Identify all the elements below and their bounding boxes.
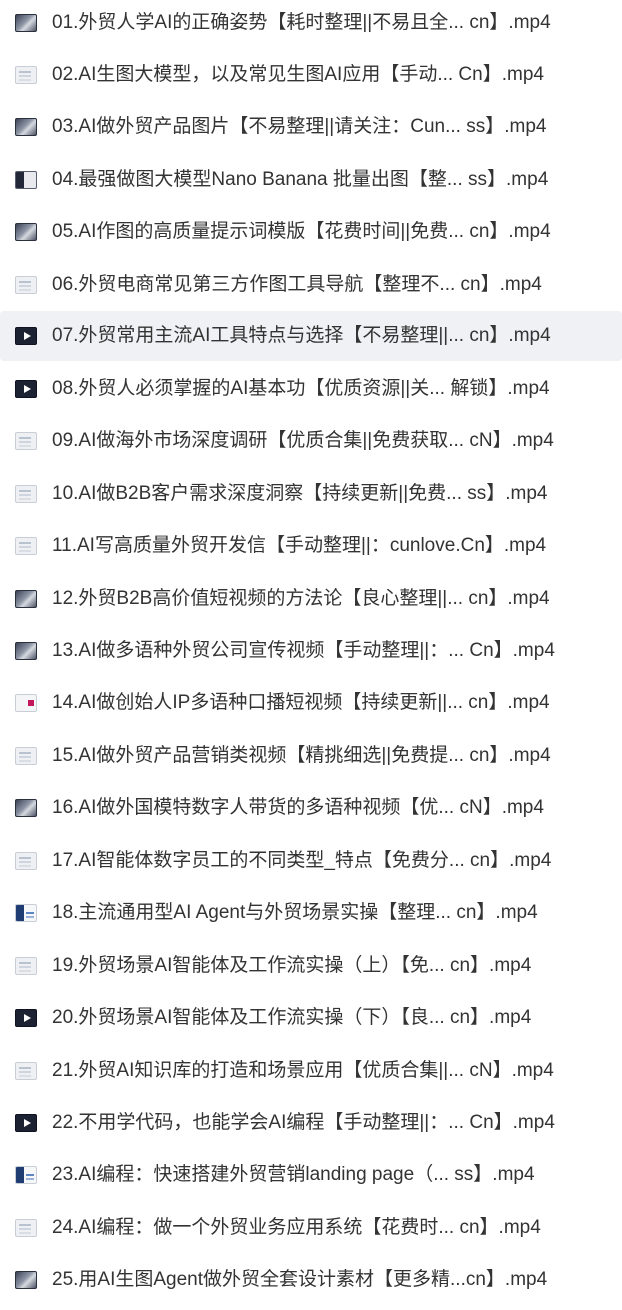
file-name: 20.外贸场景AI智能体及工作流实操（下）【良... cn】.mp4: [52, 1007, 532, 1028]
file-name: 25.用AI生图Agent做外贸全套设计素材【更多精...cn】.mp4: [52, 1269, 548, 1290]
file-name: 18.主流通用型AI Agent与外贸场景实操【整理... cn】.mp4: [52, 902, 538, 923]
video-thumbnail-icon: [15, 694, 37, 712]
video-thumbnail-icon: [15, 1114, 37, 1132]
list-item[interactable]: 13.AI做多语种外贸公司宣传视频【手动整理||：... Cn】.mp4: [0, 626, 622, 676]
video-thumbnail-icon: [15, 118, 37, 136]
list-item[interactable]: 06.外贸电商常见第三方作图工具导航【整理不... cn】.mp4: [0, 260, 622, 310]
list-item[interactable]: 10.AI做B2B客户需求深度洞察【持续更新||免费... ss】.mp4: [0, 469, 622, 519]
list-item[interactable]: 24.AI编程：做一个外贸业务应用系统【花费时... cn】.mp4: [0, 1203, 622, 1253]
list-item[interactable]: 23.AI编程：快速搭建外贸营销landing page（... ss】.mp4: [0, 1150, 622, 1200]
video-thumbnail-icon: [15, 590, 37, 608]
list-item[interactable]: 09.AI做海外市场深度调研【优质合集||免费获取... cN】.mp4: [0, 416, 622, 466]
file-name: 01.外贸人学AI的正确姿势【耗时整理||不易且全... cn】.mp4: [52, 12, 551, 33]
list-item[interactable]: 04.最强做图大模型Nano Banana 批量出图【整... ss】.mp4: [0, 155, 622, 205]
file-name: 17.AI智能体数字员工的不同类型_特点【免费分... cn】.mp4: [52, 850, 552, 871]
video-thumbnail-icon: [15, 852, 37, 870]
file-name: 15.AI做外贸产品营销类视频【精挑细选||免费提... cn】.mp4: [52, 745, 551, 766]
file-name: 08.外贸人必须掌握的AI基本功【优质资源||关... 解锁】.mp4: [52, 378, 550, 399]
list-item[interactable]: 07.外贸常用主流AI工具特点与选择【不易整理||... cn】.mp4: [0, 311, 622, 361]
list-item[interactable]: 22.不用学代码，也能学会AI编程【手动整理||：... Cn】.mp4: [0, 1098, 622, 1148]
file-name: 03.AI做外贸产品图片【不易整理||请关注：Cun... ss】.mp4: [52, 116, 547, 137]
list-item[interactable]: 21.外贸AI知识库的打造和场景应用【优质合集||... cN】.mp4: [0, 1046, 622, 1096]
list-item[interactable]: 02.AI生图大模型，以及常见生图AI应用【手动... Cn】.mp4: [0, 50, 622, 100]
video-thumbnail-icon: [15, 1166, 37, 1184]
list-item[interactable]: 15.AI做外贸产品营销类视频【精挑细选||免费提... cn】.mp4: [0, 731, 622, 781]
file-name: 16.AI做外国模特数字人带货的多语种视频【优... cN】.mp4: [52, 797, 544, 818]
list-item[interactable]: 18.主流通用型AI Agent与外贸场景实操【整理... cn】.mp4: [0, 888, 622, 938]
list-item[interactable]: 16.AI做外国模特数字人带货的多语种视频【优... cN】.mp4: [0, 783, 622, 833]
list-item[interactable]: 12.外贸B2B高价值短视频的方法论【良心整理||... cn】.mp4: [0, 574, 622, 624]
file-name: 14.AI做创始人IP多语种口播短视频【持续更新||... cn】.mp4: [52, 692, 550, 713]
file-name: 05.AI作图的高质量提示词模版【花费时间||免费... cn】.mp4: [52, 221, 551, 242]
list-item[interactable]: 03.AI做外贸产品图片【不易整理||请关注：Cun... ss】.mp4: [0, 102, 622, 152]
file-name: 12.外贸B2B高价值短视频的方法论【良心整理||... cn】.mp4: [52, 588, 550, 609]
video-thumbnail-icon: [15, 537, 37, 555]
list-item[interactable]: 19.外贸场景AI智能体及工作流实操（上）【免... cn】.mp4: [0, 941, 622, 991]
video-thumbnail-icon: [15, 747, 37, 765]
list-item[interactable]: 20.外贸场景AI智能体及工作流实操（下）【良... cn】.mp4: [0, 993, 622, 1043]
file-list: 01.外贸人学AI的正确姿势【耗时整理||不易且全... cn】.mp4 02.…: [0, 0, 622, 1310]
video-thumbnail-icon: [15, 1271, 37, 1289]
file-name: 22.不用学代码，也能学会AI编程【手动整理||：... Cn】.mp4: [52, 1112, 555, 1133]
video-thumbnail-icon: [15, 327, 37, 345]
video-thumbnail-icon: [15, 1009, 37, 1027]
file-name: 13.AI做多语种外贸公司宣传视频【手动整理||：... Cn】.mp4: [52, 640, 555, 661]
video-thumbnail-icon: [15, 171, 37, 189]
file-name: 21.外贸AI知识库的打造和场景应用【优质合集||... cN】.mp4: [52, 1060, 554, 1081]
file-name: 19.外贸场景AI智能体及工作流实操（上）【免... cn】.mp4: [52, 955, 532, 976]
file-name: 23.AI编程：快速搭建外贸营销landing page（... ss】.mp4: [52, 1164, 535, 1185]
video-thumbnail-icon: [15, 957, 37, 975]
file-name: 11.AI写高质量外贸开发信【手动整理||：cunlove.Cn】.mp4: [52, 535, 547, 556]
video-thumbnail-icon: [15, 14, 37, 32]
video-thumbnail-icon: [15, 799, 37, 817]
file-name: 02.AI生图大模型，以及常见生图AI应用【手动... Cn】.mp4: [52, 64, 544, 85]
file-name: 10.AI做B2B客户需求深度洞察【持续更新||免费... ss】.mp4: [52, 483, 548, 504]
video-thumbnail-icon: [15, 223, 37, 241]
list-item[interactable]: 01.外贸人学AI的正确姿势【耗时整理||不易且全... cn】.mp4: [0, 0, 622, 48]
video-thumbnail-icon: [15, 66, 37, 84]
list-item[interactable]: 17.AI智能体数字员工的不同类型_特点【免费分... cn】.mp4: [0, 836, 622, 886]
video-thumbnail-icon: [15, 904, 37, 922]
file-name: 06.外贸电商常见第三方作图工具导航【整理不... cn】.mp4: [52, 274, 542, 295]
file-name: 04.最强做图大模型Nano Banana 批量出图【整... ss】.mp4: [52, 169, 549, 190]
list-item[interactable]: 11.AI写高质量外贸开发信【手动整理||：cunlove.Cn】.mp4: [0, 521, 622, 571]
video-thumbnail-icon: [15, 1062, 37, 1080]
video-thumbnail-icon: [15, 276, 37, 294]
video-thumbnail-icon: [15, 485, 37, 503]
video-thumbnail-icon: [15, 642, 37, 660]
list-item[interactable]: 08.外贸人必须掌握的AI基本功【优质资源||关... 解锁】.mp4: [0, 364, 622, 414]
list-item[interactable]: 05.AI作图的高质量提示词模版【花费时间||免费... cn】.mp4: [0, 207, 622, 257]
file-name: 09.AI做海外市场深度调研【优质合集||免费获取... cN】.mp4: [52, 430, 554, 451]
video-thumbnail-icon: [15, 432, 37, 450]
video-thumbnail-icon: [15, 1219, 37, 1237]
file-name: 24.AI编程：做一个外贸业务应用系统【花费时... cn】.mp4: [52, 1217, 541, 1238]
list-item[interactable]: 25.用AI生图Agent做外贸全套设计素材【更多精...cn】.mp4: [0, 1255, 622, 1305]
video-thumbnail-icon: [15, 380, 37, 398]
list-item[interactable]: 14.AI做创始人IP多语种口播短视频【持续更新||... cn】.mp4: [0, 678, 622, 728]
file-name: 07.外贸常用主流AI工具特点与选择【不易整理||... cn】.mp4: [52, 325, 551, 346]
